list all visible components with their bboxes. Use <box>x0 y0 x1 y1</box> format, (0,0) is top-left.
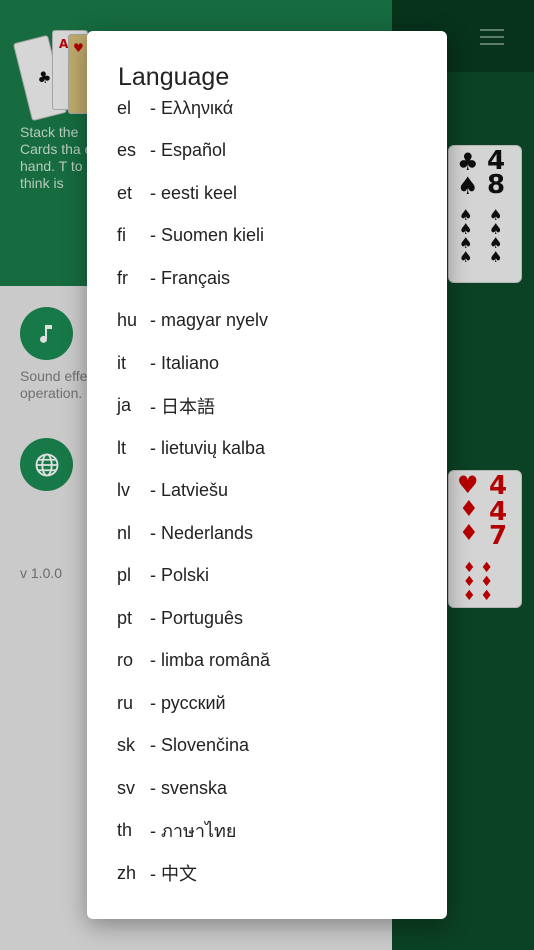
language-code: et <box>117 182 133 203</box>
language-name: - 中文 <box>150 864 197 885</box>
language-option-sv[interactable]: sv - svenska <box>117 767 427 810</box>
language-name: - limba română <box>150 650 271 671</box>
language-code: sk <box>117 735 135 756</box>
language-name: - ภาษาไทย <box>150 821 237 842</box>
language-dialog: Language el - Ελληνικά es - Español et - eest… <box>87 31 447 919</box>
language-name: - Latviešu <box>150 480 229 501</box>
language-option-lv[interactable]: lv - Latviešu <box>117 470 427 513</box>
language-name: - Suomen kieli <box>150 225 265 246</box>
language-code: fr <box>117 267 128 288</box>
language-code: ru <box>117 692 134 713</box>
language-option-el[interactable]: el - Ελληνικά <box>117 87 427 130</box>
language-code: hu <box>117 310 138 331</box>
language-option-fi[interactable]: fi - Suomen kieli <box>117 215 427 258</box>
language-option-pl[interactable]: pl - Polski <box>117 555 427 598</box>
language-option-zh[interactable]: zh - 中文 <box>117 852 427 895</box>
language-option-fr[interactable]: fr - Français <box>117 257 427 300</box>
language-name: - Italiano <box>150 352 220 373</box>
language-code: pt <box>117 607 133 628</box>
language-name: - svenska <box>150 777 228 798</box>
language-code: fi <box>117 225 126 246</box>
language-option-it[interactable]: it - Italiano <box>117 342 427 385</box>
language-code: pl <box>117 565 132 586</box>
language-name: - Slovenčina <box>150 735 250 756</box>
language-option-lt[interactable]: lt - lietuvių kalba <box>117 427 427 470</box>
language-option-hu[interactable]: hu - magyar nyelv <box>117 300 427 343</box>
language-name: - русский <box>150 692 226 713</box>
language-name: - Polski <box>150 565 210 586</box>
language-option-ja[interactable]: ja - 日本語 <box>117 385 427 428</box>
language-code: sv <box>117 777 135 798</box>
language-name: - magyar nyelv <box>150 310 269 331</box>
language-name: - Español <box>150 140 227 161</box>
language-name: - Ελληνικά <box>150 97 234 118</box>
language-name: - eesti keel <box>150 182 238 203</box>
language-option-pt[interactable]: pt - Português <box>117 597 427 640</box>
language-option-sk[interactable]: sk - Slovenčina <box>117 725 427 768</box>
language-option-th[interactable]: th - ภาษาไทย <box>117 810 427 853</box>
language-code: el <box>117 97 132 118</box>
language-option-ro[interactable]: ro - limba română <box>117 640 427 683</box>
language-name: - lietuvių kalba <box>150 437 266 458</box>
language-name: - 日本語 <box>150 396 215 417</box>
language-list: el - Ελληνικά es - Español et - eesti keel fi -… <box>117 87 427 895</box>
language-option-es[interactable]: es - Español <box>117 130 427 173</box>
language-code: nl <box>117 522 132 543</box>
language-code: es <box>117 140 137 161</box>
language-option-et[interactable]: et - eesti keel <box>117 172 427 215</box>
language-code: lt <box>117 437 126 458</box>
language-code: zh <box>117 862 137 883</box>
language-code: ro <box>117 650 134 671</box>
language-name: - Português <box>150 607 244 628</box>
language-code: lv <box>117 480 130 501</box>
language-name: - Français <box>150 267 231 288</box>
language-code: th <box>117 820 133 841</box>
language-name: - Nederlands <box>150 522 254 543</box>
language-option-ru[interactable]: ru - русский <box>117 682 427 725</box>
language-option-nl[interactable]: nl - Nederlands <box>117 512 427 555</box>
language-code: ja <box>117 395 132 416</box>
language-code: it <box>117 352 126 373</box>
